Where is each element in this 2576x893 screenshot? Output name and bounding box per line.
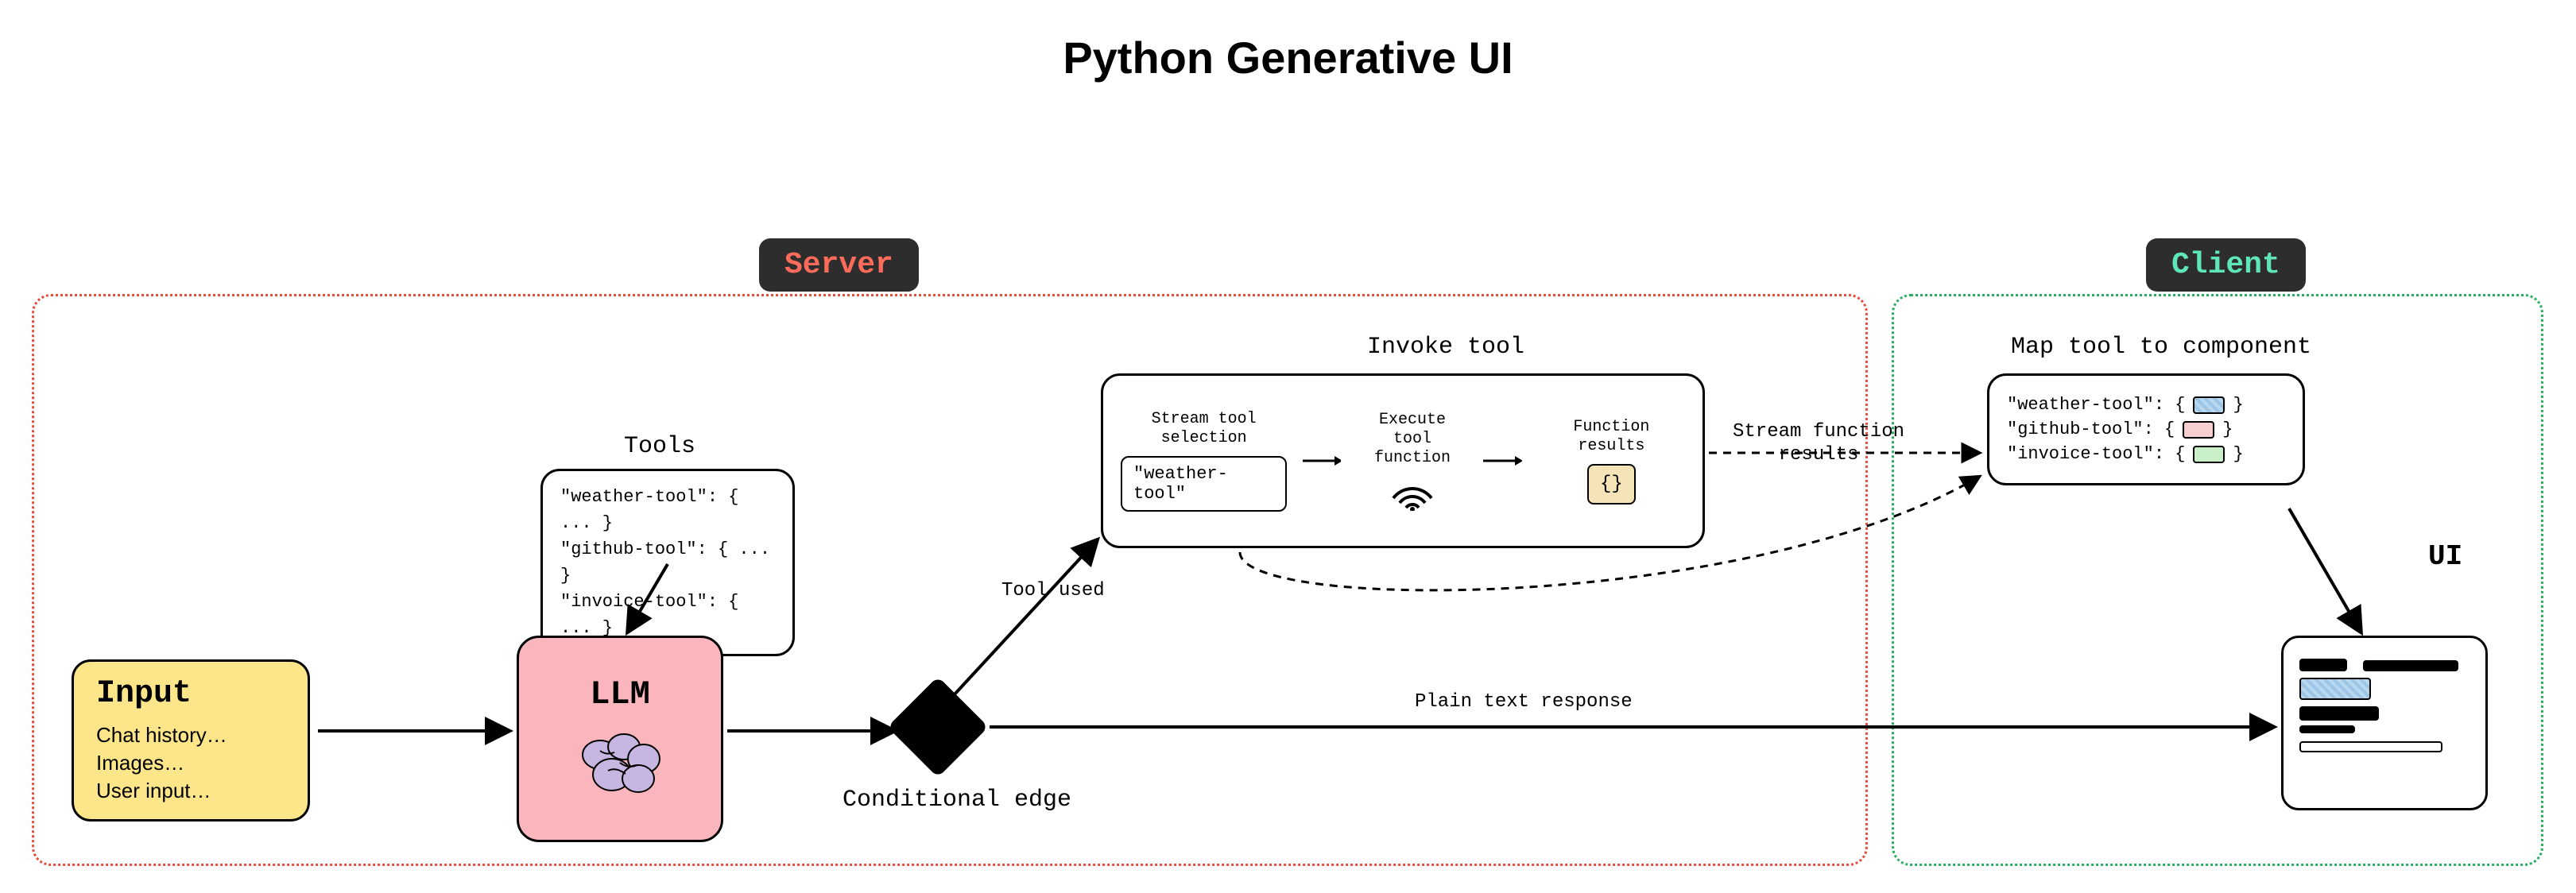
ui-label: UI — [2428, 540, 2462, 573]
selected-tool-pill: "weather-tool" — [1121, 456, 1287, 512]
ui-bar — [2363, 660, 2458, 671]
map-row-1: "github-tool": { } — [2007, 419, 2285, 439]
map-key-1: "github-tool": { — [2007, 419, 2175, 439]
invoke-label: Invoke tool — [1367, 334, 1524, 361]
results-group: Function results {} — [1538, 418, 1685, 504]
map-row-2: "invoice-tool": { } — [2007, 444, 2285, 464]
tool-used-label: Tool used — [1001, 580, 1105, 603]
input-heading: Input — [96, 676, 285, 712]
input-line-0: Chat history… — [96, 721, 285, 749]
llm-heading: LLM — [590, 675, 650, 713]
tools-entry-1: "github-tool": { ... } — [560, 536, 775, 589]
llm-box: LLM — [517, 636, 723, 842]
ui-bar — [2299, 706, 2379, 721]
map-row-0: "weather-tool": { } — [2007, 395, 2285, 415]
server-badge: Server — [759, 238, 919, 292]
tools-entry-2: "invoice-tool": { ... } — [560, 589, 775, 641]
map-close-0: } — [2233, 395, 2243, 415]
map-close-1: } — [2222, 419, 2233, 439]
stream-results-note: Stream function results — [1733, 421, 1904, 467]
input-box: Input Chat history… Images… User input… — [72, 659, 310, 821]
ui-outline-bar — [2299, 741, 2442, 752]
ui-bar — [2299, 659, 2347, 671]
map-label: Map tool to component — [2011, 334, 2311, 361]
map-key-2: "invoice-tool": { — [2007, 444, 2185, 464]
stream-selection-group: Stream tool selection "weather-tool" — [1121, 410, 1287, 512]
map-close-2: } — [2233, 444, 2243, 464]
stream-selection-caption: Stream tool selection — [1152, 410, 1257, 448]
tools-entry-0: "weather-tool": { ... } — [560, 484, 775, 536]
component-swatch-green — [2193, 446, 2225, 463]
tools-label: Tools — [624, 433, 695, 460]
input-line-1: Images… — [96, 749, 285, 777]
ui-bar — [2299, 725, 2355, 733]
ui-hatch-swatch — [2299, 678, 2371, 700]
component-swatch-blue — [2193, 396, 2225, 414]
wifi-icon — [1389, 476, 1436, 511]
brain-icon — [568, 723, 672, 802]
arrow-icon — [1303, 449, 1341, 473]
tools-box: "weather-tool": { ... } "github-tool": {… — [540, 469, 795, 656]
execute-group: Execute tool function — [1357, 411, 1467, 511]
map-key-0: "weather-tool": { — [2007, 395, 2185, 415]
result-chip: {} — [1587, 464, 1636, 504]
client-badge: Client — [2146, 238, 2306, 292]
results-caption: Function results — [1538, 418, 1685, 456]
conditional-label: Conditional edge — [843, 787, 1071, 814]
invoke-box: Stream tool selection "weather-tool" Exe… — [1101, 373, 1705, 548]
map-box: "weather-tool": { } "github-tool": { } "… — [1987, 373, 2305, 485]
arrow-icon — [1483, 449, 1521, 473]
execute-caption: Execute tool function — [1357, 411, 1467, 468]
diagram-title: Python Generative UI — [1063, 32, 1513, 83]
plain-text-label: Plain text response — [1415, 691, 1633, 714]
diagram-canvas: Python Generative UI Server Client Input… — [0, 0, 2576, 893]
component-swatch-pink — [2183, 421, 2214, 439]
input-line-2: User input… — [96, 777, 285, 805]
ui-box — [2281, 636, 2488, 810]
